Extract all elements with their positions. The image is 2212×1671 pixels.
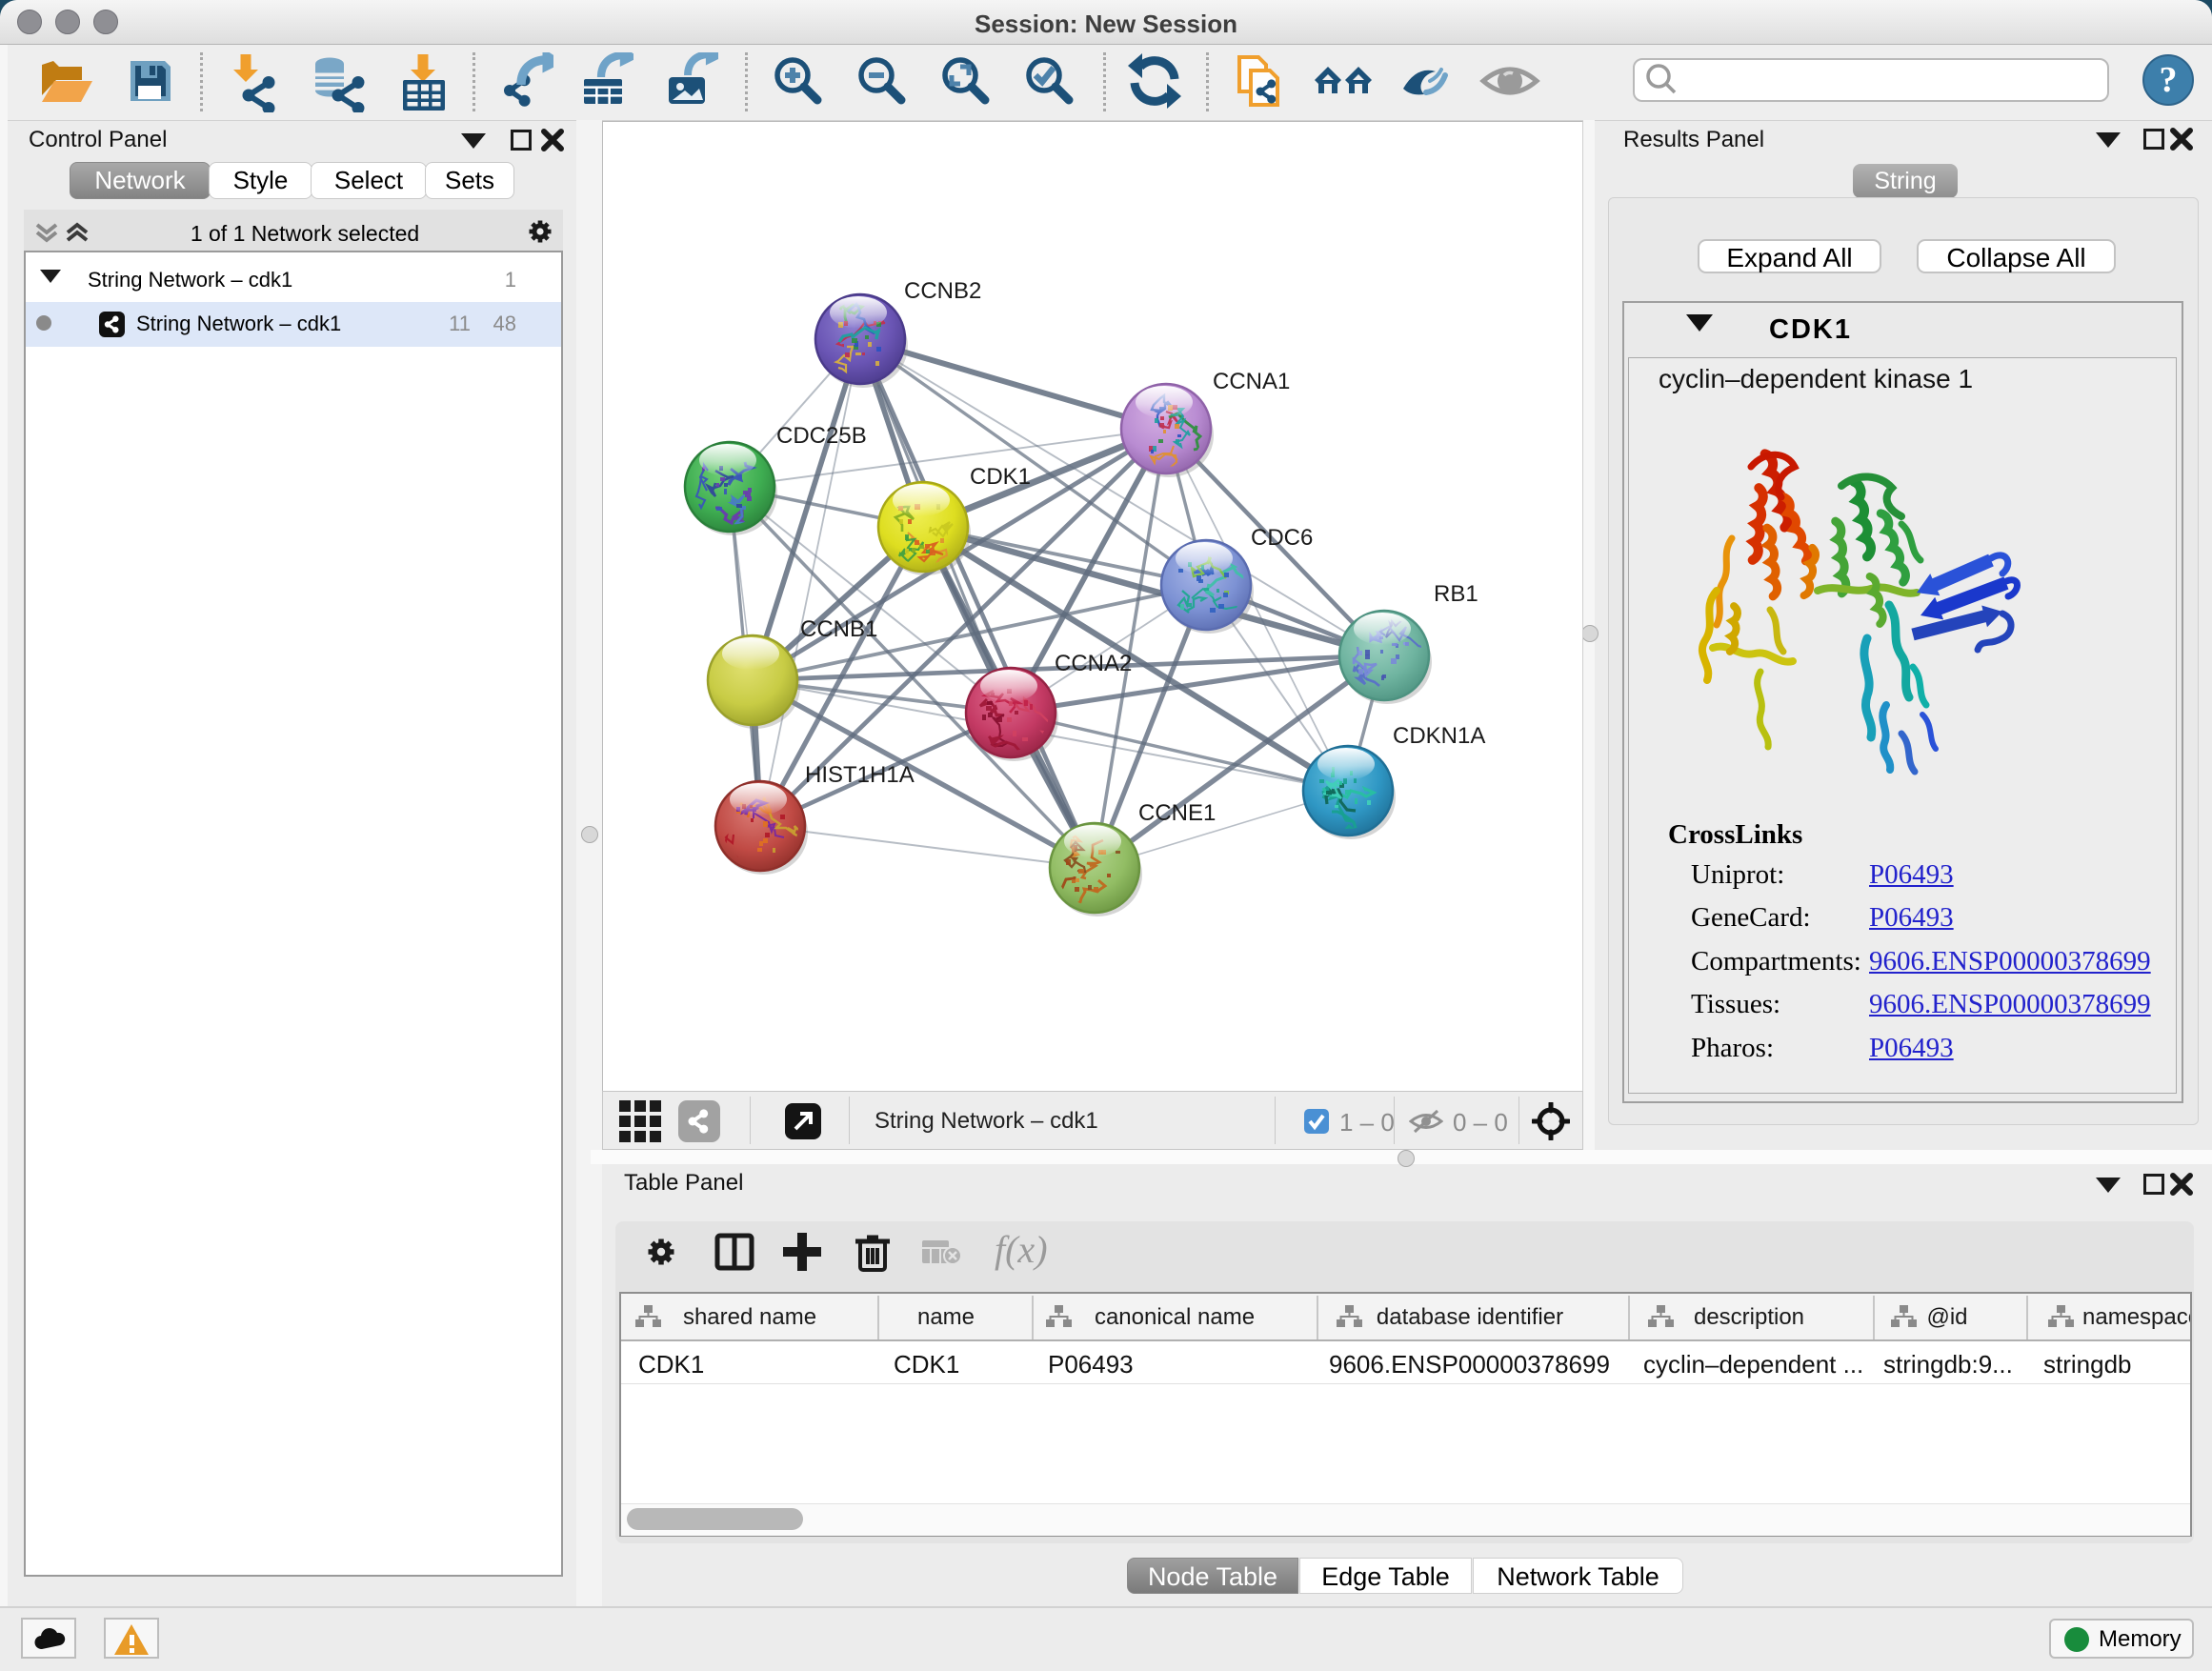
svg-text:CDC25B: CDC25B bbox=[776, 423, 867, 449]
svg-text:CCNB2: CCNB2 bbox=[904, 278, 981, 304]
svg-text:RB1: RB1 bbox=[1434, 581, 1478, 607]
svg-text:CDK1: CDK1 bbox=[970, 464, 1031, 490]
svg-text:CCNA1: CCNA1 bbox=[1213, 369, 1290, 394]
svg-text:CCNB1: CCNB1 bbox=[800, 616, 877, 642]
svg-text:CDKN1A: CDKN1A bbox=[1393, 723, 1485, 749]
svg-text:CDC6: CDC6 bbox=[1251, 525, 1313, 551]
svg-text:CCNE1: CCNE1 bbox=[1138, 800, 1216, 826]
svg-text:HIST1H1A: HIST1H1A bbox=[805, 762, 915, 788]
svg-text:CCNA2: CCNA2 bbox=[1055, 651, 1132, 676]
svg-text:?: ? bbox=[2160, 60, 2178, 100]
